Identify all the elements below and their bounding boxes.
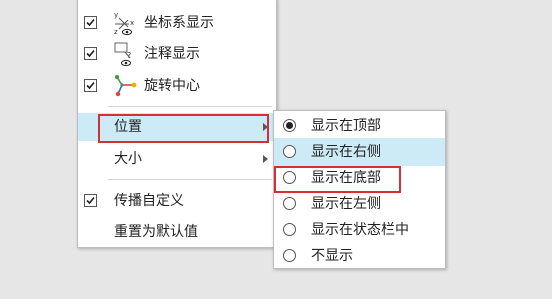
menu-item-spin-center[interactable]: 旋转中心	[78, 72, 276, 100]
svg-text:x: x	[130, 19, 134, 27]
svg-text:y: y	[114, 11, 118, 19]
menu-item-label: 注释显示	[144, 46, 200, 62]
menu-item-label: 重置为默认值	[114, 224, 198, 240]
option-label: 显示在顶部	[311, 118, 381, 134]
option-show-statusbar[interactable]: 显示在状态栏中	[274, 216, 445, 244]
annotation-highlight-box	[98, 114, 269, 143]
checkbox-checked-icon[interactable]	[84, 47, 97, 60]
menu-item-annotation-display[interactable]: ? 注释显示	[78, 40, 276, 68]
coordinate-system-icon: y z x	[113, 9, 139, 37]
option-label: 显示在左侧	[311, 196, 381, 212]
annotation-highlight-box	[274, 166, 401, 193]
option-label: 显示在右侧	[311, 144, 381, 160]
checkbox-checked-icon[interactable]	[84, 194, 97, 207]
menu-separator	[108, 106, 272, 107]
menu-item-coordinate-display[interactable]: y z x 坐标系显示	[78, 9, 276, 37]
radio-unselected-icon[interactable]	[283, 223, 296, 236]
annotation-icon: ?	[113, 40, 139, 68]
menu-item-label: 旋转中心	[144, 78, 200, 94]
menu-item-propagate-custom[interactable]: 传播自定义	[78, 187, 276, 215]
option-label: 不显示	[311, 248, 353, 264]
radio-selected-icon[interactable]	[283, 119, 296, 132]
option-show-top[interactable]: 显示在顶部	[274, 112, 445, 140]
menu-item-label: 坐标系显示	[144, 15, 214, 31]
svg-text:z: z	[114, 28, 118, 36]
option-hide[interactable]: 不显示	[274, 242, 445, 270]
menu-item-size[interactable]: 大小	[78, 145, 276, 173]
checkbox-checked-icon[interactable]	[84, 79, 97, 92]
menu-item-reset-default[interactable]: 重置为默认值	[78, 218, 276, 246]
menu-separator	[108, 179, 272, 180]
spin-center-icon	[113, 72, 139, 100]
option-label: 显示在状态栏中	[311, 222, 409, 238]
checkbox-checked-icon[interactable]	[84, 16, 97, 29]
option-show-right[interactable]: 显示在右侧	[274, 138, 445, 166]
submenu-arrow-icon	[263, 155, 268, 163]
radio-unselected-icon[interactable]	[283, 197, 296, 210]
svg-text:?: ?	[127, 51, 131, 60]
radio-unselected-icon[interactable]	[283, 145, 296, 158]
option-show-left[interactable]: 显示在左侧	[274, 190, 445, 218]
menu-item-label: 大小	[114, 151, 142, 167]
radio-unselected-icon[interactable]	[283, 249, 296, 262]
menu-item-label: 传播自定义	[114, 193, 184, 209]
